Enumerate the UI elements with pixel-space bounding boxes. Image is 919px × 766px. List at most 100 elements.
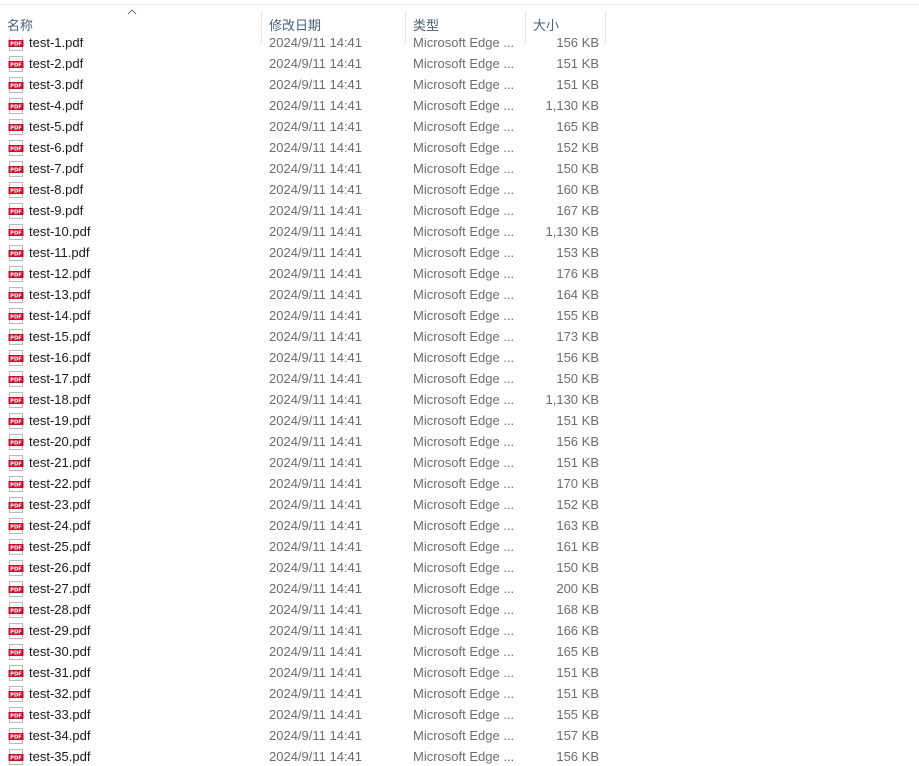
file-row-12[interactable]: PDF test-12.pdf 2024/9/11 14:41 Microsof…: [0, 263, 919, 284]
file-name: test-28.pdf: [29, 602, 91, 617]
file-date-modified: 2024/9/11 14:41: [269, 266, 363, 281]
file-size: 1,130 KB: [545, 224, 600, 239]
file-row-33[interactable]: PDF test-33.pdf 2024/9/11 14:41 Microsof…: [0, 704, 919, 725]
file-date-modified: 2024/9/11 14:41: [269, 140, 363, 155]
file-row-10[interactable]: PDF test-10.pdf 2024/9/11 14:41 Microsof…: [0, 221, 919, 242]
pdf-file-icon: PDF: [8, 455, 24, 471]
file-row-18[interactable]: PDF test-18.pdf 2024/9/11 14:41 Microsof…: [0, 389, 919, 410]
file-row-7[interactable]: PDF test-7.pdf 2024/9/11 14:41 Microsoft…: [0, 158, 919, 179]
file-row-9[interactable]: PDF test-9.pdf 2024/9/11 14:41 Microsoft…: [0, 200, 919, 221]
file-name: test-25.pdf: [29, 539, 91, 554]
svg-text:PDF: PDF: [10, 525, 22, 531]
file-date-modified: 2024/9/11 14:41: [269, 707, 363, 722]
file-row-16[interactable]: PDF test-16.pdf 2024/9/11 14:41 Microsof…: [0, 347, 919, 368]
file-date-modified: 2024/9/11 14:41: [269, 728, 363, 743]
file-size: 1,130 KB: [545, 392, 600, 407]
column-header-name[interactable]: 名称: [0, 11, 262, 44]
file-date-modified: 2024/9/11 14:41: [269, 434, 363, 449]
file-row-21[interactable]: PDF test-21.pdf 2024/9/11 14:41 Microsof…: [0, 452, 919, 473]
file-size: 151 KB: [556, 56, 599, 71]
file-row-26[interactable]: PDF test-26.pdf 2024/9/11 14:41 Microsof…: [0, 557, 919, 578]
file-name: test-10.pdf: [29, 224, 91, 239]
pdf-file-icon: PDF: [8, 413, 24, 429]
file-row-31[interactable]: PDF test-31.pdf 2024/9/11 14:41 Microsof…: [0, 662, 919, 683]
column-header-date-modified[interactable]: 修改日期: [262, 11, 406, 44]
svg-text:PDF: PDF: [10, 105, 22, 111]
file-row-11[interactable]: PDF test-11.pdf 2024/9/11 14:41 Microsof…: [0, 242, 919, 263]
svg-text:PDF: PDF: [10, 168, 22, 174]
column-header-type[interactable]: 类型: [406, 11, 526, 44]
file-size: 150 KB: [556, 560, 599, 575]
file-row-2[interactable]: PDF test-2.pdf 2024/9/11 14:41 Microsoft…: [0, 53, 919, 74]
file-type: Microsoft Edge ...: [413, 455, 515, 470]
file-row-22[interactable]: PDF test-22.pdf 2024/9/11 14:41 Microsof…: [0, 473, 919, 494]
file-row-8[interactable]: PDF test-8.pdf 2024/9/11 14:41 Microsoft…: [0, 179, 919, 200]
column-header-size[interactable]: 大小: [526, 11, 606, 44]
file-row-15[interactable]: PDF test-15.pdf 2024/9/11 14:41 Microsof…: [0, 326, 919, 347]
file-date-modified: 2024/9/11 14:41: [269, 413, 363, 428]
file-date-modified: 2024/9/11 14:41: [269, 287, 363, 302]
file-row-29[interactable]: PDF test-29.pdf 2024/9/11 14:41 Microsof…: [0, 620, 919, 641]
pdf-file-icon: PDF: [8, 77, 24, 93]
file-list[interactable]: PDF test-1.pdf 2024/9/11 14:41 Microsoft…: [0, 32, 919, 766]
file-explorer-details-view: PDF test-1.pdf 2024/9/11 14:41 Microsoft…: [0, 0, 919, 766]
pdf-file-icon: PDF: [8, 518, 24, 534]
file-type: Microsoft Edge ...: [413, 140, 515, 155]
file-row-23[interactable]: PDF test-23.pdf 2024/9/11 14:41 Microsof…: [0, 494, 919, 515]
file-type: Microsoft Edge ...: [413, 749, 515, 764]
file-row-3[interactable]: PDF test-3.pdf 2024/9/11 14:41 Microsoft…: [0, 74, 919, 95]
file-name: test-16.pdf: [29, 350, 91, 365]
file-size: 163 KB: [556, 518, 599, 533]
file-size: 151 KB: [556, 455, 599, 470]
file-date-modified: 2024/9/11 14:41: [269, 56, 363, 71]
file-row-4[interactable]: PDF test-4.pdf 2024/9/11 14:41 Microsoft…: [0, 95, 919, 116]
file-size: 150 KB: [556, 371, 599, 386]
file-type: Microsoft Edge ...: [413, 665, 515, 680]
file-row-32[interactable]: PDF test-32.pdf 2024/9/11 14:41 Microsof…: [0, 683, 919, 704]
file-row-24[interactable]: PDF test-24.pdf 2024/9/11 14:41 Microsof…: [0, 515, 919, 536]
file-size: 160 KB: [556, 182, 599, 197]
svg-text:PDF: PDF: [10, 273, 22, 279]
file-type: Microsoft Edge ...: [413, 476, 515, 491]
file-row-17[interactable]: PDF test-17.pdf 2024/9/11 14:41 Microsof…: [0, 368, 919, 389]
svg-text:PDF: PDF: [10, 735, 22, 741]
file-name: test-9.pdf: [29, 203, 84, 218]
file-type: Microsoft Edge ...: [413, 287, 515, 302]
file-size: 161 KB: [556, 539, 599, 554]
svg-text:PDF: PDF: [10, 147, 22, 153]
file-date-modified: 2024/9/11 14:41: [269, 350, 363, 365]
file-size: 164 KB: [556, 287, 599, 302]
file-date-modified: 2024/9/11 14:41: [269, 539, 363, 554]
file-row-25[interactable]: PDF test-25.pdf 2024/9/11 14:41 Microsof…: [0, 536, 919, 557]
file-size: 166 KB: [556, 623, 599, 638]
file-date-modified: 2024/9/11 14:41: [269, 77, 363, 92]
file-size: 151 KB: [556, 686, 599, 701]
file-type: Microsoft Edge ...: [413, 308, 515, 323]
file-row-5[interactable]: PDF test-5.pdf 2024/9/11 14:41 Microsoft…: [0, 116, 919, 137]
file-size: 152 KB: [556, 140, 599, 155]
file-row-19[interactable]: PDF test-19.pdf 2024/9/11 14:41 Microsof…: [0, 410, 919, 431]
svg-text:PDF: PDF: [10, 672, 22, 678]
file-date-modified: 2024/9/11 14:41: [269, 665, 363, 680]
file-row-35[interactable]: PDF test-35.pdf 2024/9/11 14:41 Microsof…: [0, 746, 919, 766]
pdf-file-icon: PDF: [8, 161, 24, 177]
svg-text:PDF: PDF: [10, 588, 22, 594]
file-row-6[interactable]: PDF test-6.pdf 2024/9/11 14:41 Microsoft…: [0, 137, 919, 158]
file-row-30[interactable]: PDF test-30.pdf 2024/9/11 14:41 Microsof…: [0, 641, 919, 662]
file-row-34[interactable]: PDF test-34.pdf 2024/9/11 14:41 Microsof…: [0, 725, 919, 746]
file-row-20[interactable]: PDF test-20.pdf 2024/9/11 14:41 Microsof…: [0, 431, 919, 452]
file-row-27[interactable]: PDF test-27.pdf 2024/9/11 14:41 Microsof…: [0, 578, 919, 599]
file-name: test-4.pdf: [29, 98, 84, 113]
svg-text:PDF: PDF: [10, 651, 22, 657]
file-size: 167 KB: [556, 203, 599, 218]
file-row-13[interactable]: PDF test-13.pdf 2024/9/11 14:41 Microsof…: [0, 284, 919, 305]
svg-text:PDF: PDF: [10, 504, 22, 510]
svg-text:PDF: PDF: [10, 210, 22, 216]
file-type: Microsoft Edge ...: [413, 560, 515, 575]
file-date-modified: 2024/9/11 14:41: [269, 182, 363, 197]
pdf-file-icon: PDF: [8, 602, 24, 618]
file-row-14[interactable]: PDF test-14.pdf 2024/9/11 14:41 Microsof…: [0, 305, 919, 326]
file-type: Microsoft Edge ...: [413, 245, 515, 260]
file-row-28[interactable]: PDF test-28.pdf 2024/9/11 14:41 Microsof…: [0, 599, 919, 620]
svg-text:PDF: PDF: [10, 693, 22, 699]
